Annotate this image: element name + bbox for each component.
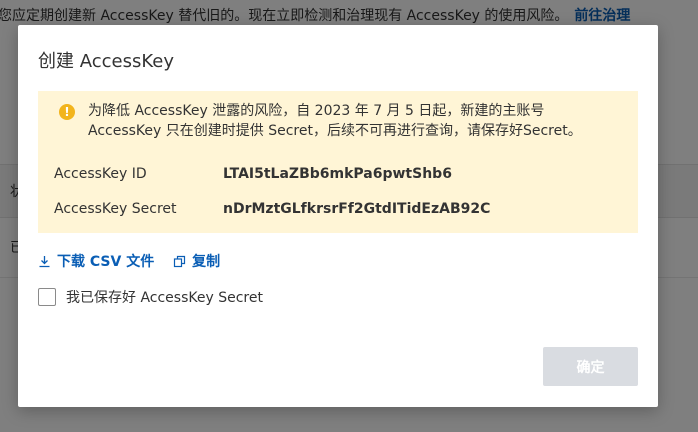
- warning-icon: !: [59, 104, 75, 120]
- copy-button[interactable]: 复制: [173, 251, 220, 271]
- accesskey-id-value: LTAI5tLaZBb6mkPa6pwtShb6: [223, 166, 452, 182]
- download-csv-label: 下载 CSV 文件: [57, 254, 155, 270]
- ok-button[interactable]: 确定: [543, 347, 638, 386]
- saved-secret-label: 我已保存好 AccessKey Secret: [66, 290, 263, 306]
- create-accesskey-dialog: 创建 AccessKey ! 为降低 AccessKey 泄露的风险，自 202…: [18, 25, 658, 407]
- dialog-actions: 下载 CSV 文件 复制: [38, 251, 234, 272]
- page: 您应定期创建新 AccessKey 替代旧的。现在立即检测和治理现有 Acces…: [0, 0, 698, 432]
- download-csv-button[interactable]: 下载 CSV 文件: [38, 251, 154, 271]
- security-notice: ! 为降低 AccessKey 泄露的风险，自 2023 年 7 月 5 日起，…: [38, 91, 638, 233]
- notice-text: 为降低 AccessKey 泄露的风险，自 2023 年 7 月 5 日起，新建…: [88, 101, 618, 141]
- accesskey-secret-label: AccessKey Secret: [54, 201, 177, 217]
- download-icon: [39, 255, 50, 267]
- copy-label: 复制: [192, 254, 221, 270]
- accesskey-id-label: AccessKey ID: [54, 166, 147, 182]
- notice-line-1: 为降低 AccessKey 泄露的风险，自 2023 年 7 月 5 日起，新建…: [88, 103, 545, 119]
- notice-line-2: AccessKey 只在创建时提供 Secret，后续不可再进行查询，请保存好S…: [88, 123, 582, 139]
- saved-secret-checkbox[interactable]: 我已保存好 AccessKey Secret: [38, 287, 263, 307]
- checkbox-box[interactable]: [38, 288, 56, 306]
- copy-icon: [173, 255, 186, 267]
- accesskey-secret-value: nDrMztGLfkrsrFf2GtdITidEzAB92C: [223, 201, 491, 217]
- dialog-title: 创建 AccessKey: [38, 51, 174, 72]
